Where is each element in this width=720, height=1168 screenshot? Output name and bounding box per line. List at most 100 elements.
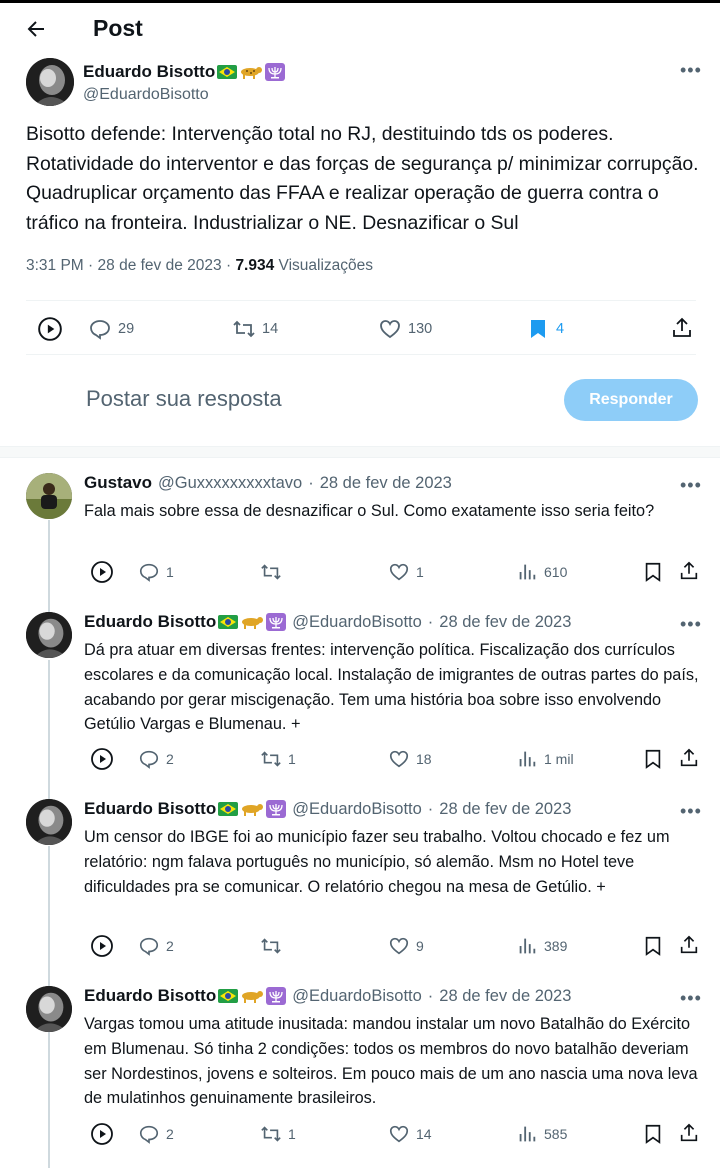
- post-date[interactable]: 28 de fev de 2023: [439, 800, 571, 819]
- play-icon[interactable]: [90, 747, 114, 771]
- meta-separator: ·: [308, 473, 314, 492]
- reply-count: 2: [166, 751, 174, 767]
- author-handle[interactable]: @EduardoBisotto: [83, 86, 209, 104]
- author-name-row: Eduardo Bisotto: [83, 62, 286, 82]
- leopard-icon: [240, 615, 264, 629]
- share-icon[interactable]: [670, 316, 694, 340]
- bookmark-icon[interactable]: [642, 561, 664, 583]
- play-icon[interactable]: [37, 316, 63, 342]
- like-button[interactable]: 1: [388, 561, 424, 583]
- main-post-actions: 29 14 130 4: [26, 302, 696, 354]
- reply-count: 2: [166, 938, 174, 954]
- play-icon[interactable]: [90, 934, 114, 958]
- brazil-flag-icon: [218, 989, 239, 1003]
- views-icon: [519, 564, 536, 580]
- heart-icon: [380, 320, 400, 339]
- reply-composer: Postar sua resposta Responder: [0, 356, 720, 446]
- like-button[interactable]: 14: [388, 1123, 432, 1145]
- reply-button[interactable]: 2: [138, 935, 174, 957]
- meta-separator: ·: [427, 986, 434, 1005]
- bookmark-button[interactable]: 4: [526, 317, 564, 341]
- repost-button[interactable]: 1: [260, 748, 296, 770]
- avatar[interactable]: [26, 612, 72, 658]
- more-options-icon[interactable]: •••: [680, 475, 702, 496]
- reply-input[interactable]: Postar sua resposta: [86, 386, 282, 412]
- brazil-flag-icon: [218, 802, 239, 816]
- post-text: Dá pra atuar em diversas frentes: interv…: [84, 641, 699, 734]
- more-options-icon[interactable]: •••: [680, 801, 702, 822]
- author-name[interactable]: Gustavo: [84, 473, 152, 493]
- reply-button[interactable]: 1: [138, 561, 174, 583]
- repost-count: 1: [288, 1126, 296, 1142]
- share-icon[interactable]: [678, 1122, 700, 1144]
- post-text: Um censor do IBGE foi ao município fazer…: [84, 828, 670, 896]
- repost-icon: [261, 1126, 281, 1142]
- reply-submit-button[interactable]: Responder: [564, 379, 698, 421]
- like-button[interactable]: 18: [388, 748, 432, 770]
- repost-icon: [261, 938, 281, 954]
- avatar[interactable]: [26, 986, 72, 1032]
- author-handle[interactable]: @EduardoBisotto: [292, 800, 422, 819]
- like-button[interactable]: 130: [378, 317, 432, 341]
- avatar[interactable]: [26, 58, 74, 106]
- meta-separator: ·: [427, 612, 434, 631]
- views-button[interactable]: 585: [516, 1123, 567, 1145]
- author-name[interactable]: Eduardo Bisotto: [84, 799, 216, 819]
- post-text: Fala mais sobre essa de desnazificar o S…: [84, 502, 655, 520]
- play-icon[interactable]: [90, 560, 114, 584]
- brazil-flag-icon: [217, 65, 238, 79]
- author-handle[interactable]: @EduardoBisotto: [292, 613, 422, 632]
- reply-count: 1: [166, 564, 174, 580]
- main-post-author: Eduardo Bisotto @EduardoBisotto •••: [26, 58, 701, 112]
- post-header: Eduardo Bisotto @EduardoBisotto · 28 de …: [84, 612, 571, 632]
- repost-button[interactable]: 14: [232, 317, 278, 341]
- reply-button[interactable]: 2: [138, 748, 174, 770]
- bookmark-icon[interactable]: [642, 748, 664, 770]
- like-button[interactable]: 9: [388, 935, 424, 957]
- repost-button[interactable]: [260, 561, 288, 583]
- meta-separator: ·: [427, 799, 434, 818]
- reply-button[interactable]: 29: [88, 317, 134, 341]
- bookmark-icon[interactable]: [642, 1123, 664, 1145]
- thread-line: [48, 846, 50, 986]
- more-options-icon[interactable]: •••: [680, 988, 702, 1009]
- back-arrow-icon[interactable]: [24, 17, 52, 41]
- post-actions: 2 1 14 585: [84, 1122, 704, 1150]
- post-date[interactable]: 28 de fev de 2023: [439, 987, 571, 1006]
- views-button[interactable]: 1 mil: [516, 748, 574, 770]
- bookmark-icon: [531, 320, 545, 338]
- views-button[interactable]: 610: [516, 561, 567, 583]
- post-date[interactable]: 28 de fev de 2023: [98, 257, 222, 274]
- author-handle[interactable]: @EduardoBisotto: [292, 987, 422, 1006]
- share-icon[interactable]: [678, 747, 700, 769]
- repost-button[interactable]: [260, 935, 288, 957]
- divider: [26, 300, 696, 301]
- views-count: 7.934: [235, 257, 275, 274]
- more-options-icon[interactable]: •••: [680, 60, 702, 81]
- avatar[interactable]: [26, 799, 72, 845]
- meta-separator: ·: [88, 257, 94, 274]
- post-time[interactable]: 3:31 PM: [26, 257, 84, 274]
- author-name[interactable]: Eduardo Bisotto: [84, 986, 216, 1006]
- post-actions: 2 1 18 1 mil: [84, 747, 704, 775]
- play-icon[interactable]: [90, 1122, 114, 1146]
- more-options-icon[interactable]: •••: [680, 614, 702, 635]
- avatar[interactable]: [26, 473, 72, 519]
- reply-icon: [139, 563, 159, 582]
- repost-button[interactable]: 1: [260, 1123, 296, 1145]
- post-date[interactable]: 28 de fev de 2023: [320, 474, 452, 493]
- post-date[interactable]: 28 de fev de 2023: [439, 613, 571, 632]
- views-button[interactable]: 389: [516, 935, 567, 957]
- repost-icon: [261, 751, 281, 767]
- reply-button[interactable]: 2: [138, 1123, 174, 1145]
- share-icon[interactable]: [678, 934, 700, 956]
- author-name[interactable]: Eduardo Bisotto: [83, 62, 215, 82]
- thread-line: [48, 1032, 50, 1168]
- bookmark-icon[interactable]: [642, 935, 664, 957]
- author-handle[interactable]: @Guxxxxxxxxxtavo: [158, 474, 302, 493]
- author-name[interactable]: Eduardo Bisotto: [84, 612, 216, 632]
- reply-icon: [139, 937, 159, 956]
- post-meta: 3:31 PM · 28 de fev de 2023 · 7.934 Visu…: [26, 257, 373, 275]
- share-icon[interactable]: [678, 560, 700, 582]
- heart-icon: [389, 1125, 409, 1143]
